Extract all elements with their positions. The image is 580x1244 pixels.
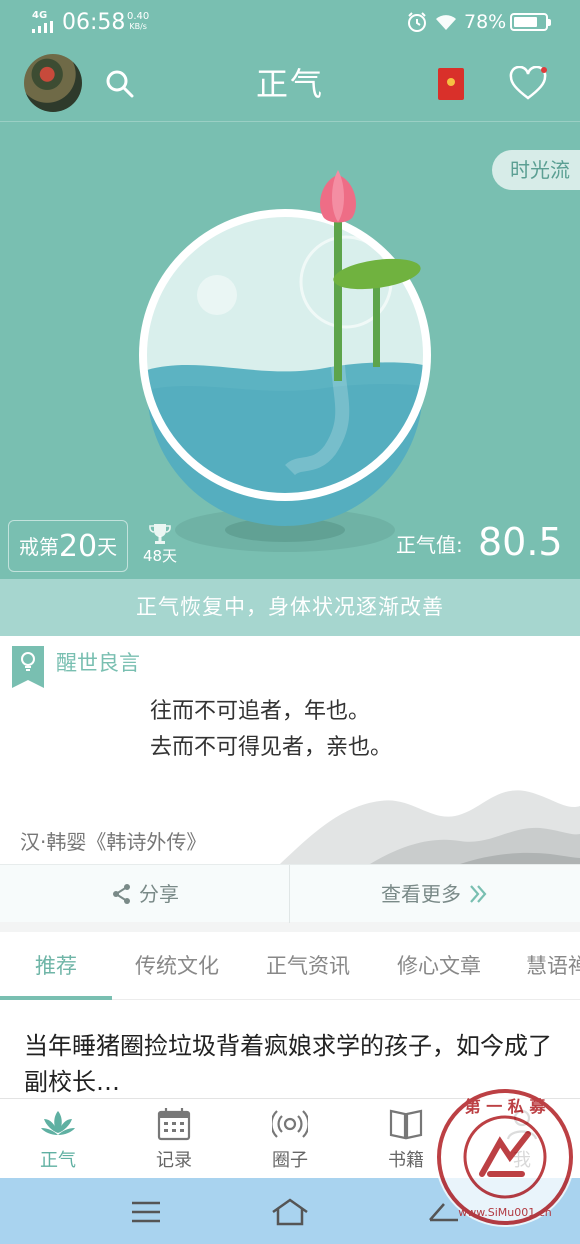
- tab-traditional-culture[interactable]: 传统文化: [112, 932, 242, 999]
- lotus-bowl-illustration: [139, 170, 431, 552]
- broadcast-icon: [272, 1110, 308, 1138]
- category-tabs: 推荐 传统文化 正气资讯 修心文章 慧语禅: [0, 932, 580, 1000]
- streak-prefix: 戒第: [18, 535, 59, 559]
- battery-icon: [510, 13, 551, 31]
- alarm-icon: [408, 12, 426, 32]
- double-chevron-right-icon: [470, 885, 487, 903]
- nav-label-circle: 圈子: [272, 1150, 308, 1171]
- streak-suffix: 天: [97, 535, 118, 559]
- hero-section: 4G 06:58 0.40 KB/s 78% 正气 时光流 戒第20天 48天 …: [0, 0, 580, 636]
- trophy-icon: [149, 524, 171, 544]
- watermark-text-top: 第 一 私 募: [465, 1097, 547, 1116]
- top-app-bar: 正气: [0, 46, 580, 122]
- quote-source: 汉·韩婴《韩诗外传》: [20, 830, 207, 854]
- calendar-icon: [157, 1108, 191, 1141]
- watermark-seal: 第 一 私 募 www.SiMu001.cn: [435, 1087, 575, 1227]
- timeline-button[interactable]: 时光流: [492, 150, 580, 190]
- book-icon: [389, 1109, 423, 1140]
- wifi-icon: [436, 15, 456, 30]
- quote-line-2: 去而不可得见者，亲也。: [150, 735, 393, 760]
- notification-dot: [541, 67, 547, 73]
- view-more-button[interactable]: 查看更多: [290, 865, 580, 923]
- abstain-streak-badge[interactable]: 戒第20天: [8, 520, 128, 572]
- nav-label-zhengqi: 正气: [40, 1150, 76, 1171]
- signal-icon: [32, 21, 58, 33]
- quote-section-title: 醒世良言: [56, 651, 140, 675]
- share-button[interactable]: 分享: [0, 865, 290, 923]
- lotus-icon: [41, 1111, 75, 1135]
- streak-days: 20: [58, 529, 98, 564]
- nav-label-record: 记录: [156, 1150, 192, 1171]
- watermark-text-bottom: www.SiMu001.cn: [458, 1206, 552, 1219]
- network-speed: 0.40 KB/s: [127, 12, 149, 32]
- nav-item-circle[interactable]: 圈子: [232, 1099, 348, 1179]
- daily-quote-card: 醒世良言 往而不可追者，年也。 去而不可得见者，亲也。 汉·韩婴《韩诗外传》: [0, 636, 580, 864]
- share-label: 分享: [139, 882, 179, 906]
- best-record: 48天: [142, 547, 178, 565]
- nav-item-zhengqi[interactable]: 正气: [0, 1099, 116, 1179]
- speed-unit: KB/s: [129, 22, 147, 31]
- red-packet-icon[interactable]: [438, 68, 464, 100]
- tab-recommend[interactable]: 推荐: [0, 932, 112, 999]
- lightbulb-icon: [21, 652, 35, 671]
- menu-icon[interactable]: [126, 1192, 166, 1232]
- view-more-label: 查看更多: [381, 882, 461, 906]
- nav-item-record[interactable]: 记录: [116, 1099, 232, 1179]
- tab-articles[interactable]: 修心文章: [374, 932, 504, 999]
- clock: 06:58: [62, 10, 126, 35]
- battery-level: [514, 17, 537, 27]
- battery-percent: 78%: [464, 11, 507, 33]
- zhengqi-value: 80.5: [478, 520, 563, 564]
- quote-line-1: 往而不可追者，年也。: [150, 699, 371, 724]
- speed-value: 0.40: [127, 11, 150, 22]
- bookmark-badge: [12, 646, 44, 688]
- quote-action-bar: 分享 查看更多: [0, 864, 580, 923]
- status-message: 正气恢复中，身体状况逐渐改善: [0, 579, 580, 636]
- heart-icon[interactable]: [508, 66, 548, 102]
- tab-zen-sayings[interactable]: 慧语禅: [504, 932, 580, 999]
- network-type: 4G: [32, 10, 48, 21]
- home-icon[interactable]: [270, 1192, 310, 1232]
- zhengqi-label: 正气值:: [396, 533, 463, 557]
- ink-mountain-illustration: [280, 790, 580, 864]
- page-title: 正气: [255, 65, 324, 103]
- status-bar: 4G 06:58 0.40 KB/s 78%: [0, 0, 580, 46]
- tab-news[interactable]: 正气资讯: [242, 932, 374, 999]
- share-icon: [113, 884, 130, 904]
